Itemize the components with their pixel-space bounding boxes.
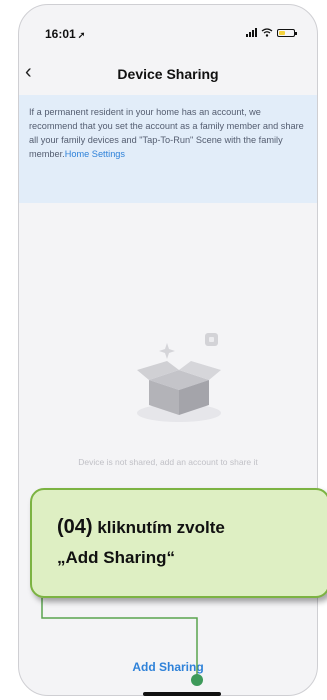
info-banner: If a permanent resident in your home has… [19,95,317,203]
time-text: 16:01 [45,27,76,41]
status-time: 16:01 ➚ [45,27,85,41]
battery-fill [279,30,285,35]
callout-connector [41,598,203,686]
wifi-icon [261,28,273,37]
empty-box-icon [137,333,221,422]
location-arrow-icon: ➚ [77,30,86,40]
status-bar: 16:01 ➚ [19,5,317,49]
callout-step-number: (04) [57,516,93,538]
status-icons [246,28,297,37]
signal-icon [246,28,257,37]
empty-state-text: Device is not shared, add an account to … [78,457,258,467]
battery-icon [277,28,297,37]
home-indicator [143,692,221,696]
home-settings-link[interactable]: Home Settings [65,149,125,159]
nav-bar: ‹ Device Sharing [19,57,317,93]
callout-text: (04) kliknutím zvolte „Add Sharing“ [57,512,225,573]
annotation-callout: (04) kliknutím zvolte „Add Sharing“ [30,488,327,598]
callout-line2: „Add Sharing“ [57,548,176,567]
page-title: Device Sharing [117,66,219,82]
callout-line1: kliknutím zvolte [97,518,225,537]
